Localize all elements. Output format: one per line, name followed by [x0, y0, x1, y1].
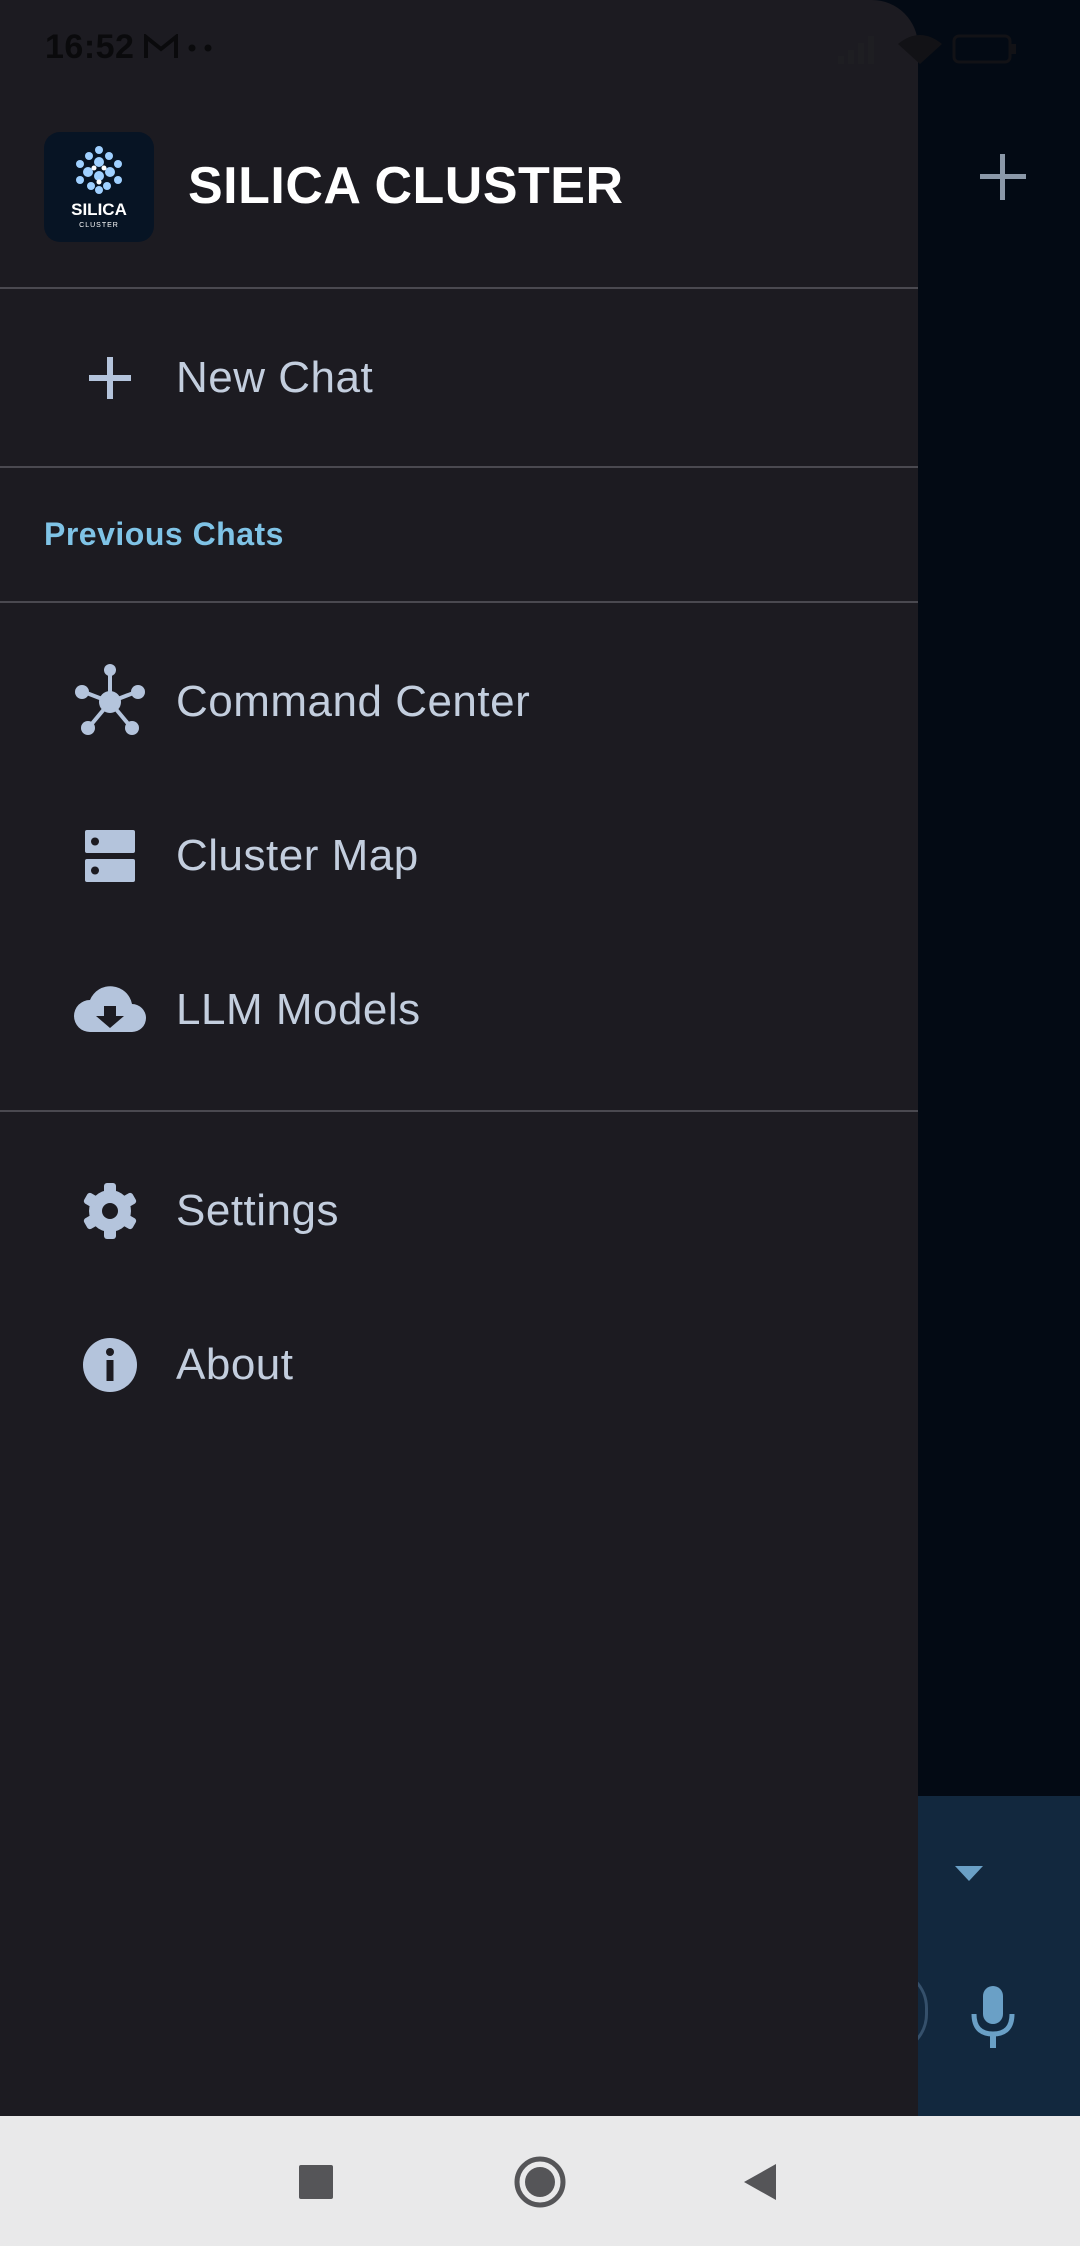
back-button-icon[interactable] — [724, 2146, 796, 2218]
logo-text: SILICA — [71, 200, 127, 219]
storage-icon — [85, 830, 135, 882]
cloud-download-icon — [74, 986, 146, 1032]
battery-icon — [952, 34, 1012, 64]
new-chat-button[interactable]: New Chat — [0, 292, 918, 464]
nav-item-cluster-map[interactable]: Cluster Map — [0, 781, 918, 931]
wifi-icon — [898, 35, 942, 64]
nav-item-label: Command Center — [176, 677, 531, 726]
app-logo: SILICA CLUSTER — [44, 132, 154, 242]
status-time: 16:52 — [45, 28, 135, 66]
previous-chats-heading: Previous Chats — [44, 516, 284, 552]
nav-item-label: Settings — [176, 1186, 339, 1235]
status-icons — [838, 34, 1016, 64]
logo-subtext: CLUSTER — [79, 222, 119, 229]
app-title: SILICA CLUSTER — [188, 157, 624, 215]
nav-item-about[interactable]: About — [0, 1290, 918, 1440]
divider — [0, 287, 918, 289]
microphone-icon[interactable] — [968, 1984, 1018, 2052]
nav-item-label: About — [176, 1340, 294, 1389]
divider — [0, 466, 918, 468]
navigation-drawer: 16:52 SILICA CLUSTER SILICA CLUSTER New … — [0, 0, 1016, 2116]
plus-icon — [89, 357, 131, 399]
recents-button-icon[interactable] — [280, 2146, 352, 2218]
divider — [0, 601, 918, 603]
nav-item-command-center[interactable]: Command Center — [0, 627, 918, 777]
nav-item-label: LLM Models — [176, 985, 421, 1034]
nav-item-settings[interactable]: Settings — [0, 1136, 918, 1286]
divider — [0, 1110, 918, 1112]
home-button-icon[interactable] — [504, 2146, 576, 2218]
system-nav-bar — [0, 2116, 1080, 2246]
model-selector-caret-icon[interactable] — [955, 1866, 983, 1881]
info-icon — [83, 1338, 137, 1392]
nav-item-label: Cluster Map — [176, 831, 419, 880]
hub-icon — [75, 664, 145, 735]
new-chat-plus-icon[interactable] — [978, 150, 1028, 204]
nav-item-llm-models[interactable]: LLM Models — [0, 935, 918, 1085]
more-notifications-icon — [188, 44, 212, 52]
gear-icon — [83, 1183, 137, 1239]
signal-icon — [838, 36, 874, 64]
new-chat-label: New Chat — [176, 353, 374, 402]
gmail-notification-icon — [144, 34, 178, 58]
